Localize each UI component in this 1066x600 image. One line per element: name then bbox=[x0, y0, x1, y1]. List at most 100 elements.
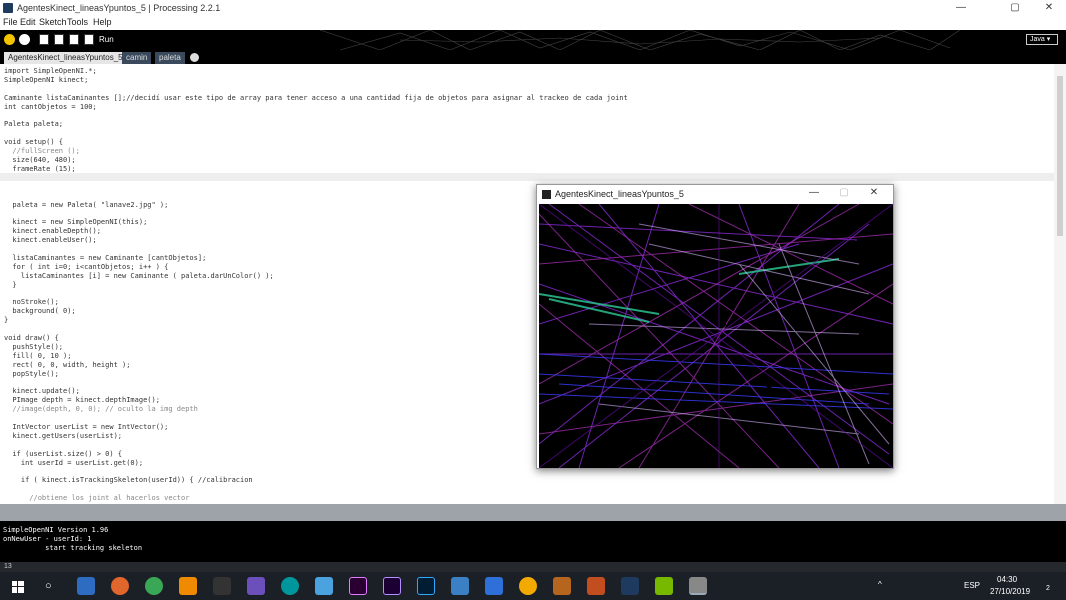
kinect-lines-render bbox=[539, 204, 893, 468]
editor-scrollbar[interactable] bbox=[1054, 64, 1066, 504]
tab-paleta[interactable]: paleta bbox=[155, 52, 185, 64]
toolbar-decoration bbox=[319, 30, 961, 50]
code-line: background( 0); bbox=[4, 307, 76, 316]
code-line: kinect.enableDepth(); bbox=[4, 227, 101, 236]
line-number: 13 bbox=[4, 563, 12, 570]
app-icon[interactable] bbox=[553, 577, 571, 595]
sketch-close-button[interactable]: ✕ bbox=[861, 186, 887, 200]
menu-help[interactable]: Help bbox=[93, 17, 112, 27]
code-line: void setup() { bbox=[4, 138, 64, 147]
code-line: frameRate (15); bbox=[4, 164, 76, 173]
code-line: for ( int i=0; i<cantObjetos; i++ ) { bbox=[4, 262, 169, 271]
code-line: listaCaminantes = new Caminante [cantObj… bbox=[4, 253, 207, 262]
close-button[interactable]: ✕ bbox=[1032, 0, 1066, 16]
code-line: pushStyle(); bbox=[4, 342, 64, 351]
blender-icon[interactable] bbox=[315, 577, 333, 595]
after-effects-icon[interactable] bbox=[383, 577, 401, 595]
app-icon[interactable] bbox=[587, 577, 605, 595]
code-editor[interactable] bbox=[0, 64, 1066, 504]
code-line: paleta = new Paleta( "lanave2.jpg" ); bbox=[4, 200, 169, 209]
nvidia-icon[interactable] bbox=[655, 577, 673, 595]
menu-edit[interactable]: Edit bbox=[20, 17, 36, 27]
sketch-window[interactable]: AgentesKinect_lineasYpuntos_5 — ▢ ✕ bbox=[536, 184, 894, 469]
tray-chevron-icon[interactable]: ^ bbox=[878, 580, 882, 589]
code-line: import SimpleOpenNI.*; bbox=[4, 67, 97, 75]
run-label: Run bbox=[99, 35, 114, 44]
code-line: int userId = userList.get(0); bbox=[4, 458, 144, 467]
code-line: } bbox=[4, 316, 9, 325]
code-line: void draw() { bbox=[4, 334, 59, 342]
code-line: listaCaminantes [i] = new Caminante ( pa… bbox=[4, 271, 274, 280]
save-file-icon[interactable] bbox=[69, 34, 79, 45]
clock-date[interactable]: 27/10/2019 bbox=[990, 587, 1030, 596]
premiere-icon[interactable] bbox=[349, 577, 367, 595]
visual-studio-icon[interactable] bbox=[247, 577, 265, 595]
sketch-app-icon bbox=[542, 190, 551, 199]
code-line: kinect.update(); bbox=[4, 387, 80, 396]
menu-file[interactable]: File bbox=[3, 17, 18, 27]
export-icon[interactable] bbox=[84, 34, 94, 45]
arduino-icon[interactable] bbox=[281, 577, 299, 595]
menu-bar: File Edit Sketch Tools Help bbox=[0, 16, 1066, 30]
processing-taskbar-icon[interactable] bbox=[621, 577, 639, 595]
code-line: kinect.enableUser(); bbox=[4, 236, 97, 245]
code-line: Caminante listaCaminantes [];//decidí us… bbox=[4, 93, 628, 102]
code-line: int cantObjetos = 100; bbox=[4, 102, 97, 111]
code-line: rect( 0, 0, width, height ); bbox=[4, 360, 131, 369]
maximize-button[interactable]: ▢ bbox=[998, 0, 1032, 16]
code-line: if ( kinect.isTrackingSkeleton(userId)) … bbox=[4, 476, 253, 485]
menu-tools[interactable]: Tools bbox=[67, 17, 88, 27]
file-explorer-icon[interactable] bbox=[77, 577, 95, 595]
sketch-window-title: AgentesKinect_lineasYpuntos_5 bbox=[555, 189, 684, 199]
code-line: } bbox=[4, 280, 17, 289]
code-line: PImage depth = kinect.depthImage(); bbox=[4, 396, 160, 405]
code-line: SimpleOpenNI kinect; bbox=[4, 75, 89, 84]
toolbar bbox=[0, 30, 1066, 50]
app-icon[interactable] bbox=[485, 577, 503, 595]
app-icon[interactable] bbox=[519, 577, 537, 595]
run-icon[interactable] bbox=[4, 34, 15, 45]
sketch-taskbar-icon[interactable] bbox=[689, 577, 707, 595]
chrome-icon[interactable] bbox=[145, 577, 163, 595]
code-line: noStroke(); bbox=[4, 298, 59, 307]
processing-ide: AgentesKinect_lineasYpuntos_5 | Processi… bbox=[0, 0, 1066, 600]
search-icon[interactable]: ○ bbox=[45, 580, 52, 592]
code-line: size(640, 480); bbox=[4, 156, 76, 164]
code-line: //image(depth, 0, 0); // oculto la img d… bbox=[4, 405, 198, 414]
status-bar: 13 bbox=[0, 562, 1066, 572]
code-line: //fullScreen (); bbox=[4, 147, 80, 156]
stop-icon[interactable] bbox=[19, 34, 30, 45]
tab-camin[interactable]: camin bbox=[122, 52, 152, 64]
sketch-maximize-button[interactable]: ▢ bbox=[831, 186, 857, 200]
minimize-button[interactable]: — bbox=[944, 0, 978, 16]
sketch-minimize-button[interactable]: — bbox=[801, 186, 827, 200]
windows-start-icon[interactable] bbox=[12, 580, 24, 593]
code-line: kinect = new SimpleOpenNI(this); bbox=[4, 218, 148, 227]
language-indicator[interactable]: ESP bbox=[964, 581, 980, 590]
code-line: IntVector userList = new IntVector(); bbox=[4, 423, 169, 431]
sketch-canvas[interactable] bbox=[539, 204, 893, 468]
new-tab-icon[interactable] bbox=[190, 53, 199, 62]
code-line: //obtiene los joint al hacerlos vector bbox=[4, 494, 190, 503]
app-icon[interactable] bbox=[451, 577, 469, 595]
oculus-icon[interactable] bbox=[213, 577, 231, 595]
console-line: onNewUser - userId: 1 bbox=[3, 535, 92, 543]
processing-app-icon bbox=[3, 3, 13, 13]
mode-select[interactable]: Java ▾ bbox=[1026, 34, 1058, 45]
photoshop-icon[interactable] bbox=[417, 577, 435, 595]
console: SimpleOpenNI Version 1.96 onNewUser - us… bbox=[0, 521, 1066, 562]
code-line: kinect.getUsers(userList); bbox=[4, 431, 123, 440]
menu-sketch[interactable]: Sketch bbox=[39, 17, 67, 27]
vlc-icon[interactable] bbox=[179, 577, 197, 595]
scrollbar-thumb[interactable] bbox=[1057, 76, 1063, 236]
open-file-icon[interactable] bbox=[54, 34, 64, 45]
title-bar: AgentesKinect_lineasYpuntos_5 | Processi… bbox=[0, 0, 1066, 16]
code-line: if (userList.size() > 0) { bbox=[4, 449, 123, 458]
new-file-icon[interactable] bbox=[39, 34, 49, 45]
clock-time[interactable]: 04:30 bbox=[997, 575, 1017, 584]
message-area bbox=[0, 504, 1066, 521]
code-line: popStyle(); bbox=[4, 369, 59, 378]
tab-main-sketch[interactable]: AgentesKinect_lineasYpuntos_5 bbox=[4, 52, 127, 64]
firefox-icon[interactable] bbox=[111, 577, 129, 595]
notification-count[interactable]: 2 bbox=[1046, 585, 1050, 592]
